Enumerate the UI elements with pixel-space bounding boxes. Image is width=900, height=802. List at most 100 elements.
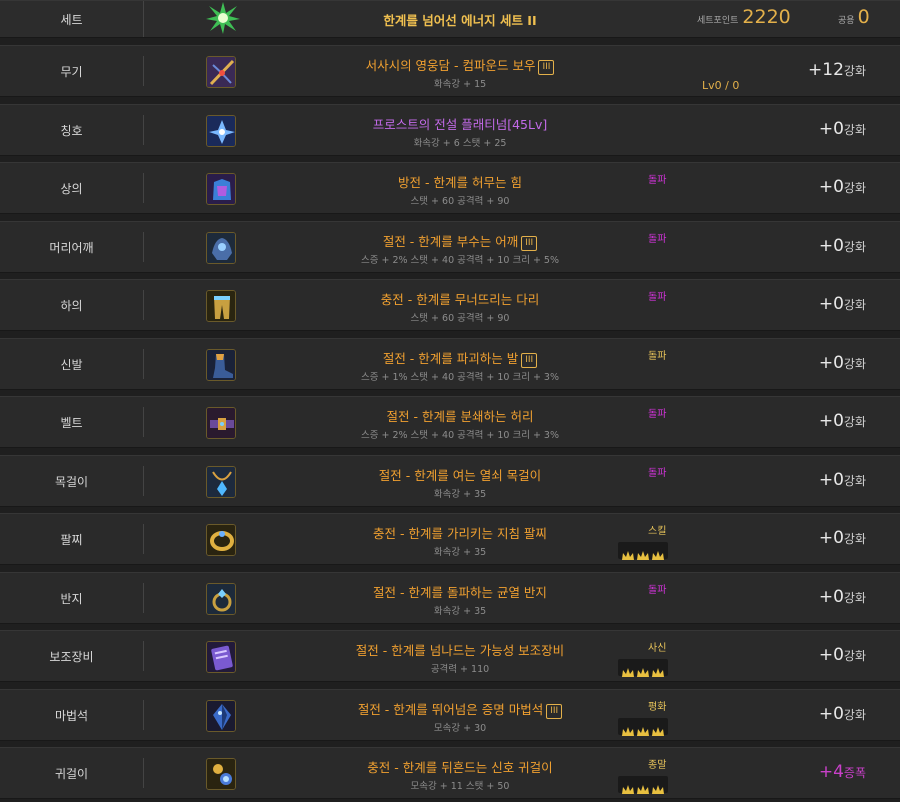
item-stats: 화속강 + 15 — [433, 79, 487, 90]
enhance-number: +0 — [818, 528, 844, 548]
column-divider — [143, 115, 144, 145]
equipment-row[interactable]: 반지 절전 - 한계를 돌파하는 균열 반지 화속강 + 35 돌파 +0강화 — [0, 572, 900, 624]
weapon-icon[interactable] — [206, 56, 236, 88]
item-name[interactable]: 절전 - 한계를 돌파하는 균열 반지 — [260, 582, 660, 601]
bottom-armor-icon[interactable] — [206, 290, 236, 322]
set-point-label: 세트포인트 — [697, 16, 739, 26]
item-name[interactable]: 충전 - 한계를 가리키는 지침 팔찌 — [260, 523, 660, 542]
tag-label: 돌파 — [648, 409, 667, 420]
equipment-row[interactable]: 보조장비 절전 - 한계를 넘나드는 가능성 보조장비 공격력 + 110 사신 +0강… — [0, 630, 900, 682]
column-divider — [143, 758, 144, 788]
equipment-row[interactable]: 귀걸이 충전 - 한계를 뒤흔드는 신호 귀걸이 모속강 + 11 스탯 + 50 종… — [0, 747, 900, 799]
item-name[interactable]: 충전 - 한계를 뒤흔드는 신호 귀걸이 — [260, 757, 660, 776]
shoulder-armor-icon[interactable] — [206, 232, 236, 264]
enhance-value: +0강화 — [819, 411, 866, 431]
equipment-row[interactable]: 마법석 절전 - 한계를 뛰어넘은 증명 마법석 III 모속강 + 30 평화 +0강화 — [0, 689, 900, 741]
magic-stone-icon[interactable] — [206, 700, 236, 732]
slot-label: 귀걸이 — [54, 766, 89, 781]
enhance-unit: 강화 — [843, 532, 866, 546]
equipment-row[interactable]: 목걸이 절전 - 한계를 여는 열쇠 목걸이화속강 + 35 돌파 +0강화 — [0, 455, 900, 507]
tag-label: 돌파 — [648, 468, 667, 479]
tag-label: 종말 — [648, 760, 667, 771]
equipment-row[interactable]: 무기 서사시의 영웅담 - 컴파운드 보우 III 화속강 + 15 Lv0 / 0 +1… — [0, 45, 900, 97]
item-name[interactable]: 충전 - 한계를 무너뜨리는 다리 — [260, 289, 660, 308]
item-stats: 스탯 + 60 공격력 + 90 — [410, 313, 510, 324]
item-name[interactable]: 절전 - 한계를 뛰어넘은 증명 마법석 III — [260, 699, 660, 719]
slot-label: 신발 — [60, 357, 83, 372]
level-label: Lv0 / 0 — [702, 79, 740, 92]
item-stats: 스증 + 1% 스탯 + 40 공격력 + 10 크리 + 3% — [360, 372, 560, 383]
enhance-value: +0강화 — [819, 236, 866, 256]
slot-label: 하의 — [60, 298, 83, 313]
enhance-value: +0강화 — [819, 528, 866, 548]
item-name[interactable]: 서사시의 영웅담 - 컴파운드 보우 III — [260, 55, 660, 75]
slot-label: 마법석 — [54, 708, 89, 723]
equipment-row[interactable]: 신발 절전 - 한계를 파괴하는 발 III 스증 + 1% 스탯 + 40 공격력 … — [0, 338, 900, 390]
enhance-unit: 강화 — [843, 708, 866, 722]
tag-label: 돌파 — [648, 351, 667, 362]
top-armor-icon[interactable] — [206, 173, 236, 205]
item-stats: 스증 + 2% 스탯 + 40 공격력 + 10 크리 + 3% — [360, 430, 560, 441]
item-name[interactable]: 절전 - 한계를 파괴하는 발 III — [260, 348, 660, 368]
slot-label: 무기 — [60, 64, 83, 79]
sparkle-icon — [205, 1, 241, 35]
item-name[interactable]: 절전 - 한계를 부수는 어깨 III — [260, 231, 660, 251]
enhance-value: +0강화 — [819, 470, 866, 490]
necklace-icon[interactable] — [206, 466, 236, 498]
equipment-row[interactable]: 머리어깨 절전 - 한계를 부수는 어깨 III 스증 + 2% 스탯 + 40 공격… — [0, 221, 900, 273]
enhance-value: +0강화 — [819, 704, 866, 724]
crown-icon — [622, 722, 634, 736]
item-name[interactable]: 프로스트의 전설 플래티넘[45Lv] — [260, 114, 660, 133]
enhance-unit: 강화 — [843, 591, 866, 605]
slot-label: 목걸이 — [54, 474, 89, 489]
enhance-number: +0 — [818, 236, 844, 256]
crown-rating — [618, 542, 668, 560]
item-name-text: 절전 - 한계를 파괴하는 발 — [382, 351, 519, 366]
common-point: 공용 0 — [838, 6, 870, 28]
shoes-icon[interactable] — [206, 349, 236, 381]
bracelet-icon[interactable] — [206, 524, 236, 556]
item-name-text: 절전 - 한계를 뛰어넘은 증명 마법석 — [357, 702, 544, 717]
enhance-number: +4 — [818, 762, 844, 782]
common-label: 공용 — [838, 16, 855, 26]
enhance-value: +0강화 — [819, 353, 866, 373]
item-name[interactable]: 절전 - 한계를 분쇄하는 허리 — [260, 406, 660, 425]
item-name[interactable]: 절전 - 한계를 넘나드는 가능성 보조장비 — [260, 640, 660, 659]
enhance-value: +4증폭 — [819, 762, 866, 782]
column-divider — [143, 349, 144, 379]
item-stats: 모속강 + 30 — [433, 723, 487, 734]
item-name-text: 충전 - 한계를 가리키는 지침 팔찌 — [373, 526, 547, 541]
equipment-row[interactable]: 하의 충전 - 한계를 무너뜨리는 다리 스탯 + 60 공격력 + 90 돌파 +0강… — [0, 279, 900, 331]
equipment-list: 세트 한계를 넘어선 에너지 세트 II 세트포인트 2220 공용 0 무기 서사시… — [0, 0, 900, 802]
item-name-text: 방전 - 한계를 허무는 힘 — [398, 175, 522, 190]
set-row[interactable]: 세트 한계를 넘어선 에너지 세트 II 세트포인트 2220 공용 0 — [0, 0, 900, 38]
tier-badge: III — [538, 60, 555, 75]
sub-equipment-icon[interactable] — [206, 641, 236, 673]
equipment-row[interactable]: 상의 방전 - 한계를 허무는 힘 스탯 + 60 공격력 + 90 돌파 +0강화 — [0, 162, 900, 214]
item-name-text: 절전 - 한계를 부수는 어깨 — [382, 234, 519, 249]
tag-label: 스킬 — [648, 526, 667, 537]
column-divider — [143, 641, 144, 671]
set-point-value: 2220 — [742, 6, 791, 28]
crown-icon — [637, 722, 649, 736]
column-divider — [143, 466, 144, 496]
belt-icon[interactable] — [206, 407, 236, 439]
item-name[interactable]: 절전 - 한계를 여는 열쇠 목걸이 — [260, 465, 660, 484]
item-name[interactable]: 방전 - 한계를 허무는 힘 — [260, 172, 660, 191]
title-icon[interactable] — [206, 115, 236, 147]
set-name: 한계를 넘어선 에너지 세트 II — [383, 13, 537, 28]
slot-label: 상의 — [60, 181, 83, 196]
equipment-row[interactable]: 벨트 절전 - 한계를 분쇄하는 허리 스증 + 2% 스탯 + 40 공격력 + … — [0, 396, 900, 448]
item-stats: 화속강 + 35 — [433, 489, 487, 500]
item-name-text: 절전 - 한계를 넘나드는 가능성 보조장비 — [355, 643, 565, 658]
slot-label: 반지 — [60, 591, 83, 606]
crown-icon — [622, 780, 634, 794]
earring-icon[interactable] — [206, 758, 236, 790]
column-divider — [143, 232, 144, 262]
enhance-unit: 강화 — [843, 649, 866, 663]
item-name-text: 서사시의 영웅담 - 컴파운드 보우 — [365, 58, 536, 73]
equipment-row[interactable]: 칭호 프로스트의 전설 플래티넘[45Lv] 화속강 + 6 스탯 + 25 +0강화 — [0, 104, 900, 156]
enhance-number: +0 — [818, 294, 844, 314]
ring-icon[interactable] — [206, 583, 236, 615]
equipment-row[interactable]: 팔찌 충전 - 한계를 가리키는 지침 팔찌 화속강 + 35 스킬 +0강화 — [0, 513, 900, 565]
